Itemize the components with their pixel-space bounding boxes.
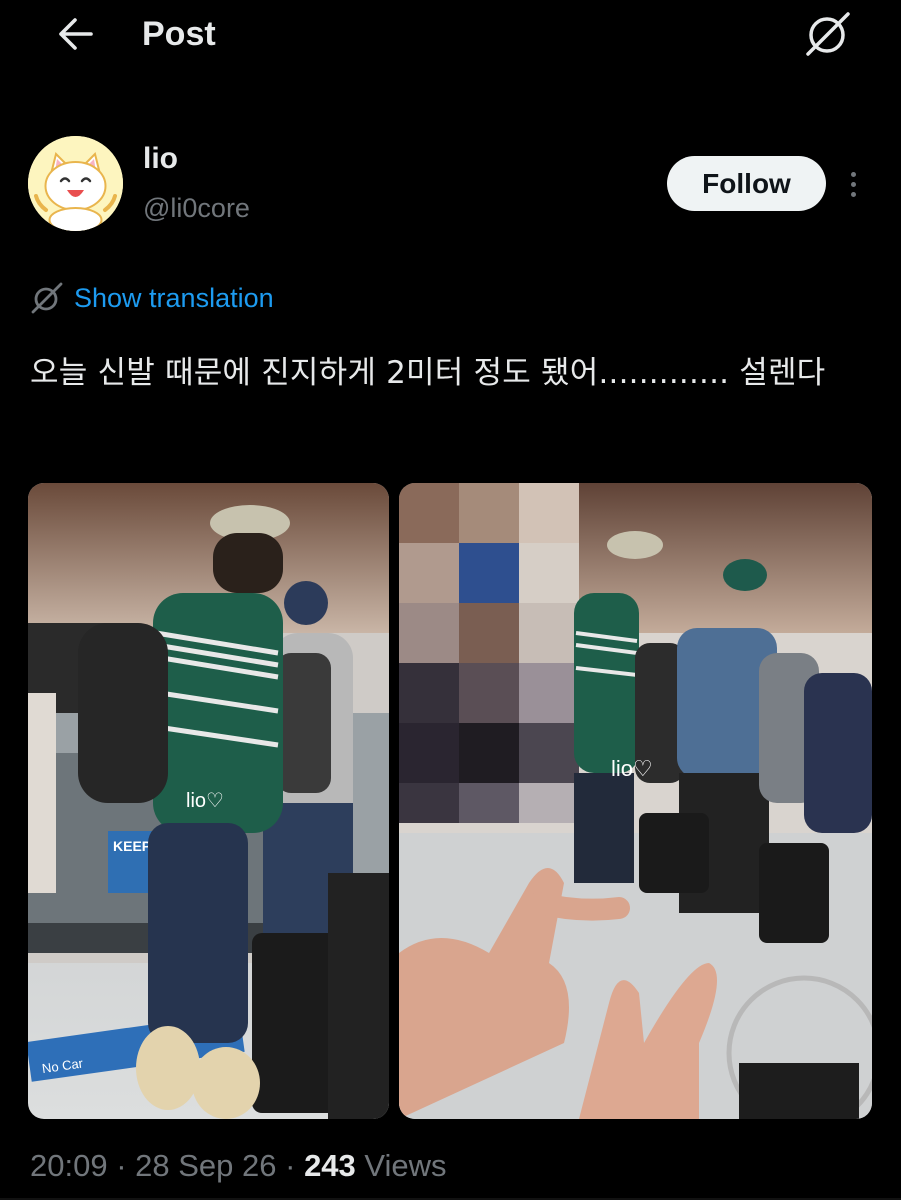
tweet-date: 28 Sep 26 (135, 1148, 277, 1183)
show-translation-label: Show translation (74, 282, 274, 313)
blurred-area (399, 483, 579, 823)
follow-button[interactable]: Follow (667, 156, 826, 211)
author-handle[interactable]: @li0core (143, 193, 250, 224)
back-button[interactable] (50, 12, 100, 56)
arrow-left-icon (59, 18, 93, 50)
show-translation-link[interactable]: Show translation (30, 278, 274, 318)
more-options-button[interactable] (840, 162, 866, 206)
media-image-right[interactable]: lio♡ (399, 483, 872, 1119)
top-bar: Post (0, 0, 901, 70)
views-count[interactable]: 243 (304, 1148, 356, 1183)
views-label: Views (355, 1148, 447, 1183)
separator: · (107, 1148, 136, 1183)
avatar[interactable] (28, 136, 123, 231)
author-display-name[interactable]: lio (143, 142, 178, 176)
left-caption: lio♡ (186, 790, 224, 812)
right-caption: lio♡ (611, 756, 653, 781)
grok-icon (806, 12, 850, 56)
tweet-metadata: 20:09 · 28 Sep 26 · 243 Views (30, 1148, 447, 1184)
separator: · (276, 1148, 305, 1183)
more-vertical-icon (850, 171, 856, 177)
media-image-left[interactable]: KEEP No Car lio♡ (28, 483, 389, 1119)
page-title: Post (142, 15, 216, 53)
cat-avatar-icon (28, 136, 123, 231)
translate-icon (31, 282, 63, 314)
left-sign-text: KEEP (113, 838, 151, 854)
tweet-text: 오늘 신발 때문에 진지하게 2미터 정도 됐어............. 설렌… (30, 355, 826, 391)
tweet-time: 20:09 (30, 1148, 108, 1183)
grok-button[interactable] (800, 8, 856, 60)
